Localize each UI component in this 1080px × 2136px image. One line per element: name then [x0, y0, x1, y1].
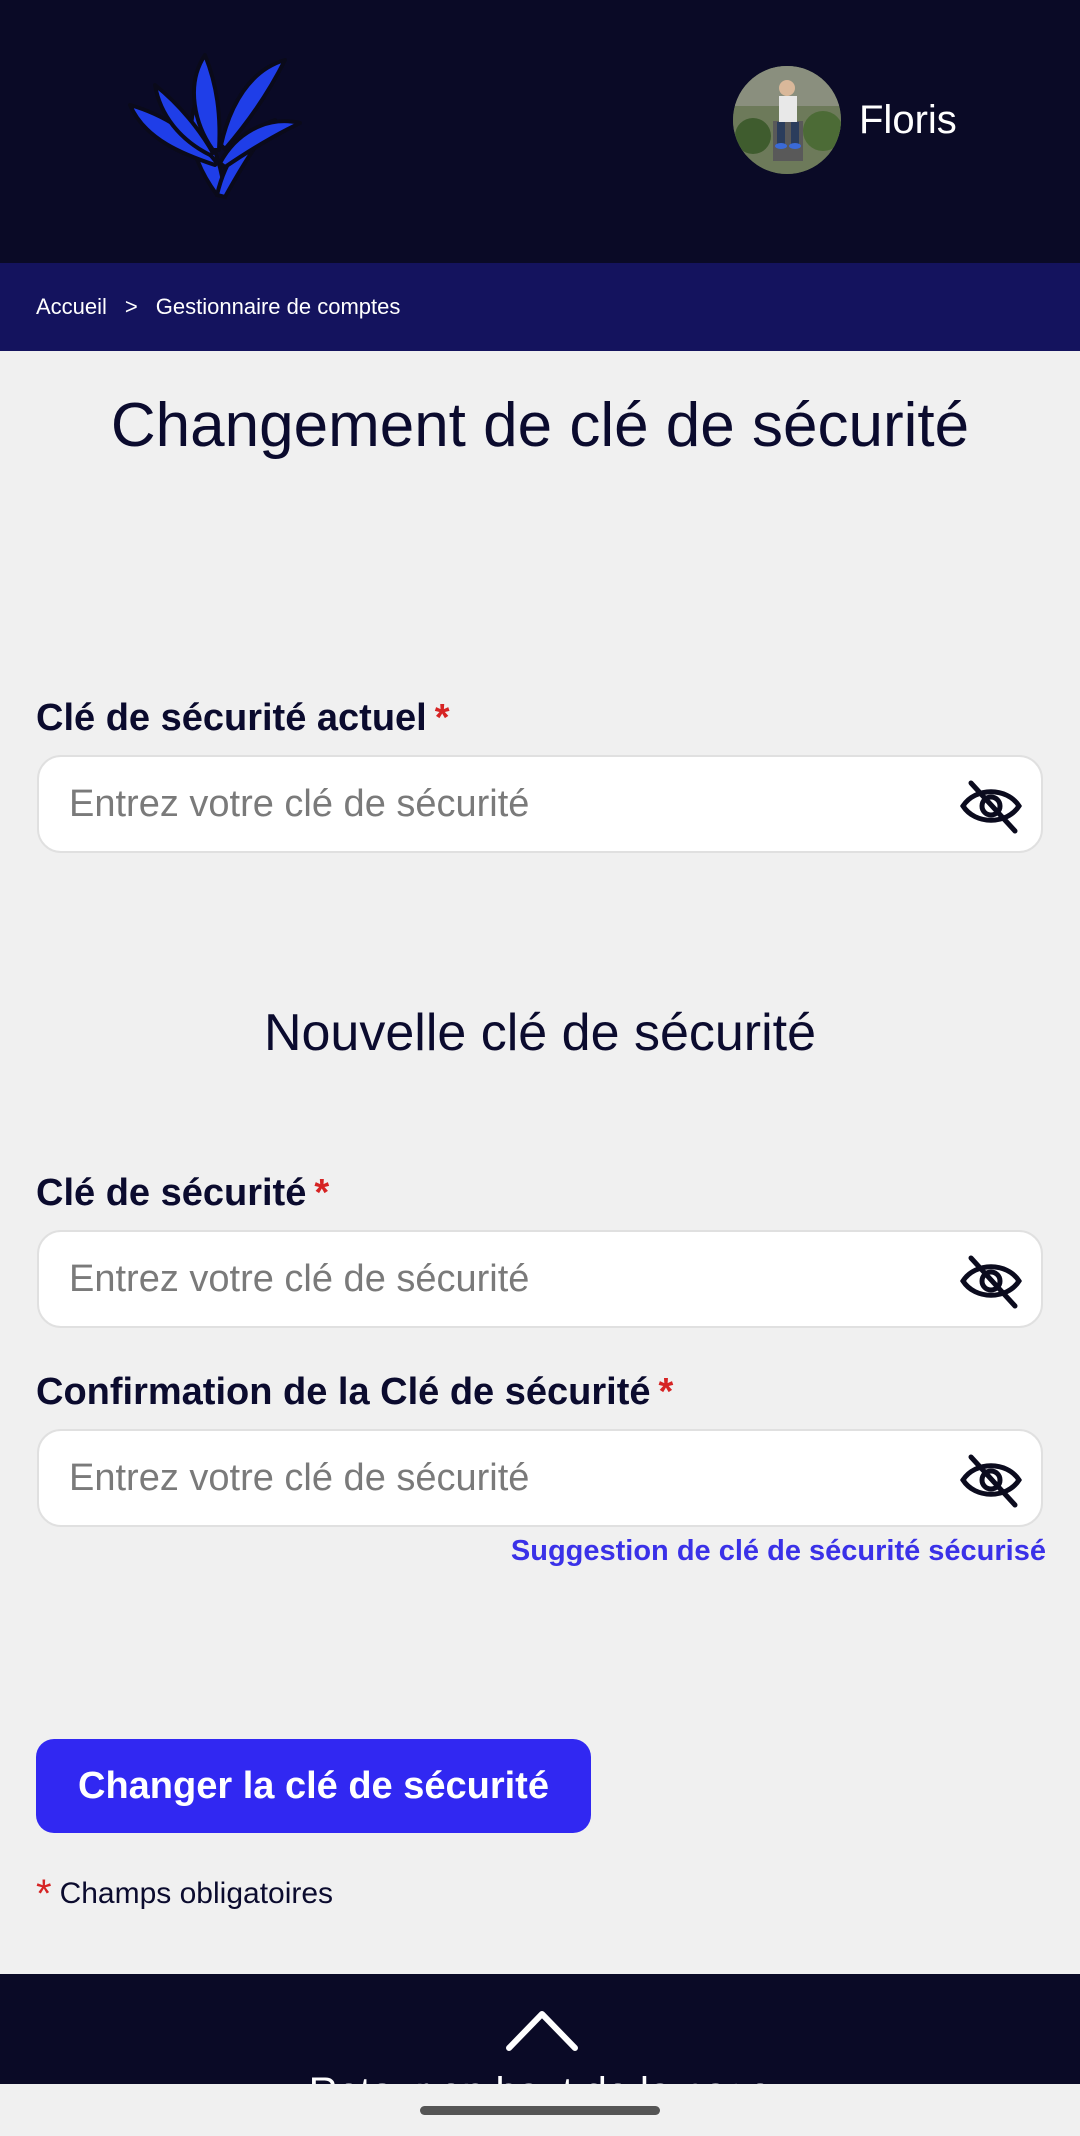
breadcrumb-separator: > [124, 294, 138, 319]
change-key-button[interactable]: Changer la clé de sécurité [36, 1739, 591, 1833]
confirm-key-label-text: Confirmation de la Clé de sécurité [36, 1371, 651, 1413]
current-key-label-text: Clé de sécurité actuel [36, 697, 427, 739]
new-key-input[interactable] [67, 1256, 931, 1302]
new-key-label: Clé de sécurité * [36, 1172, 329, 1215]
top-header: Floris [0, 0, 1080, 263]
chevron-up-icon[interactable] [505, 2008, 579, 2052]
new-key-label-text: Clé de sécurité [36, 1172, 307, 1214]
eye-slash-icon[interactable] [959, 777, 1023, 835]
avatar[interactable] [733, 66, 841, 174]
suggest-secure-key-link[interactable]: Suggestion de clé de sécurité sécurisé [511, 1535, 1046, 1568]
user-profile[interactable]: Floris [733, 66, 957, 174]
required-marker: * [314, 1172, 330, 1214]
confirm-key-label: Confirmation de la Clé de sécurité * [36, 1371, 673, 1414]
lily-flower-icon[interactable] [125, 45, 305, 205]
required-note-text: Champs obligatoires [59, 1877, 334, 1910]
breadcrumb-item-home[interactable]: Accueil [36, 294, 107, 320]
breadcrumb-item-account-manager[interactable]: Gestionnaire de comptes [156, 294, 401, 320]
new-key-field[interactable] [37, 1230, 1043, 1328]
footer: Retour en haut de la page [0, 1974, 1080, 2084]
required-fields-note: * Champs obligatoires [36, 1872, 333, 1917]
eye-slash-icon[interactable] [959, 1252, 1023, 1310]
breadcrumb: Accueil > Gestionnaire de comptes [0, 263, 1080, 351]
required-marker: * [434, 697, 450, 739]
user-name[interactable]: Floris [859, 98, 957, 143]
confirm-key-field[interactable] [37, 1429, 1043, 1527]
back-to-top-link[interactable]: Retour en haut de la page [0, 2070, 1080, 2084]
page-title: Changement de clé de sécurité [110, 391, 970, 460]
system-navigation-bar [0, 2084, 1080, 2136]
avatar-photo [733, 66, 841, 174]
required-marker: * [36, 1872, 52, 1916]
new-key-section-title: Nouvelle clé de sécurité [263, 1004, 817, 1062]
confirm-key-input[interactable] [67, 1455, 931, 1501]
eye-slash-icon[interactable] [959, 1451, 1023, 1509]
home-indicator[interactable] [420, 2106, 660, 2115]
current-key-field[interactable] [37, 755, 1043, 853]
current-key-input[interactable] [67, 781, 931, 827]
required-marker: * [658, 1371, 674, 1413]
current-key-label: Clé de sécurité actuel * [36, 697, 450, 740]
